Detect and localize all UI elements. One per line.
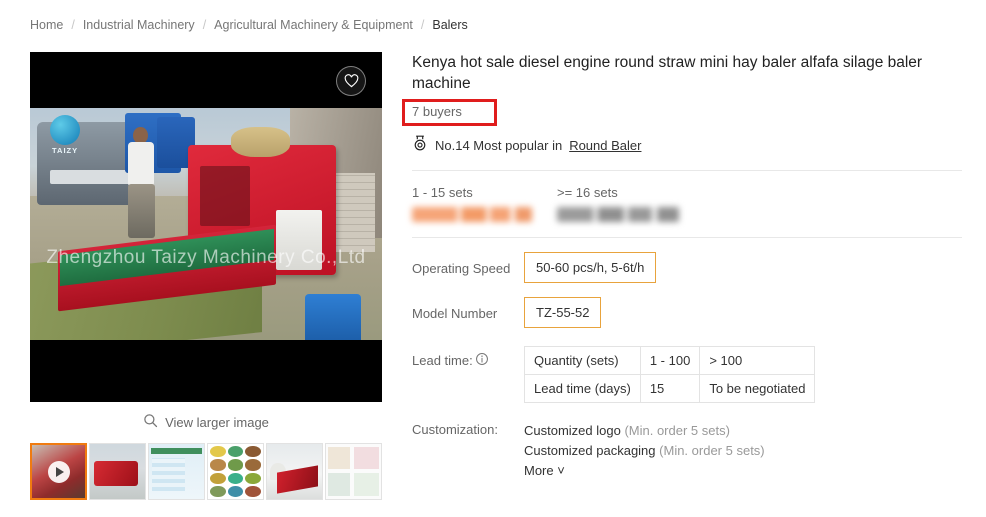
cell-quantity-header: Quantity (sets) (524, 346, 641, 375)
customization-option-note: (Min. order 5 sets) (659, 443, 765, 458)
attribute-label: Operating Speed (412, 261, 511, 276)
scene-hay-bale (230, 126, 291, 157)
thumbnail-6[interactable] (325, 443, 382, 500)
buyers-row: 7 buyers (402, 99, 962, 126)
video-watermark: Zhengzhou Taizy Machinery Co.,Ltd (46, 247, 366, 269)
letterbox-bottom (30, 340, 382, 402)
breadcrumb-item-industrial-machinery[interactable]: Industrial Machinery (83, 18, 195, 32)
price-tier-1-value-redacted (412, 207, 532, 222)
divider-top (412, 170, 962, 171)
price-tier-1-range: 1 - 15 sets (412, 185, 473, 200)
list-item: Customized packaging (Min. order 5 sets) (524, 441, 765, 461)
customization-option-name: Customized packaging (524, 443, 656, 458)
letterbox-top (30, 52, 382, 108)
medal-icon (412, 135, 428, 155)
buyers-count: 7 buyers (412, 104, 462, 119)
cell-quantity-tier1: 1 - 100 (639, 346, 701, 375)
thumbnail-2[interactable] (89, 443, 146, 500)
customization-options: Customized logo (Min. order 5 sets) Cust… (524, 421, 765, 481)
cell-leadtime-tier2: To be negotiated (699, 374, 816, 403)
price-tier-2: >= 16 sets (557, 185, 702, 222)
price-tier-1: 1 - 15 sets (412, 185, 557, 222)
price-tier-row: 1 - 15 sets >= 16 sets (412, 185, 962, 222)
breadcrumb-item-agricultural-machinery[interactable]: Agricultural Machinery & Equipment (214, 18, 413, 32)
taizy-logo-watermark: TAIZY (44, 114, 86, 157)
scene-worker (125, 126, 157, 238)
thumbnail-4[interactable] (207, 443, 264, 500)
table-row: Quantity (sets) 1 - 100 > 100 (524, 346, 816, 375)
table-row: Lead time (days) 15 To be negotiated (524, 374, 816, 403)
play-icon[interactable] (47, 460, 70, 483)
list-item: Customized logo (Min. order 5 sets) (524, 421, 765, 441)
customization-label: Customization: (412, 422, 498, 437)
thumbnail-video[interactable] (30, 443, 87, 500)
thumbnail-strip (30, 443, 382, 500)
attribute-value[interactable]: 50-60 pcs/h, 5-6t/h (524, 252, 657, 283)
product-gallery: TAIZY Zhengzhou Taizy Machinery Co.,Ltd … (30, 52, 382, 500)
rank-category-link[interactable]: Round Baler (569, 138, 641, 153)
heart-icon[interactable] (336, 66, 366, 96)
attribute-operating-speed: Operating Speed 50-60 pcs/h, 5-6t/h (412, 252, 962, 283)
breadcrumb-separator: / (71, 18, 75, 32)
attribute-label: Model Number (412, 306, 498, 321)
view-larger-image-label: View larger image (165, 414, 269, 430)
customization-more-button[interactable]: More ˅ (524, 461, 765, 481)
product-info-panel: Kenya hot sale diesel engine round straw… (402, 52, 962, 481)
breadcrumb: Home / Industrial Machinery / Agricultur… (30, 18, 468, 32)
magnifier-icon (143, 413, 158, 431)
cell-leadtime-header: Lead time (days) (524, 374, 641, 403)
divider-bottom (412, 237, 962, 238)
lead-time-section: Lead time: Quantity (sets) 1 - 100 > 100… (412, 346, 962, 403)
customization-option-name: Customized logo (524, 423, 621, 438)
cell-quantity-tier2: > 100 (699, 346, 816, 375)
lead-time-table: Quantity (sets) 1 - 100 > 100 Lead time … (524, 346, 816, 403)
popularity-rank: No.14 Most popular in Round Baler (412, 135, 962, 155)
lead-time-label-group: Lead time: (412, 346, 524, 369)
cell-leadtime-tier1: 15 (639, 374, 701, 403)
product-video[interactable]: TAIZY Zhengzhou Taizy Machinery Co.,Ltd (30, 108, 382, 340)
breadcrumb-separator: / (420, 18, 425, 32)
breadcrumb-item-home[interactable]: Home (30, 18, 63, 32)
breadcrumb-item-balers[interactable]: Balers (432, 18, 467, 32)
rank-prefix: No.14 Most popular in (435, 137, 563, 153)
view-larger-image-button[interactable]: View larger image (30, 413, 382, 431)
taizy-logo-text: TAIZY (52, 145, 79, 155)
page-title: Kenya hot sale diesel engine round straw… (412, 54, 923, 92)
attribute-value[interactable]: TZ-55-52 (524, 297, 602, 328)
thumbnail-3[interactable] (148, 443, 205, 500)
attribute-model-number: Model Number TZ-55-52 (412, 297, 962, 328)
price-tier-2-value-redacted (557, 207, 679, 222)
lead-time-label: Lead time: (412, 353, 473, 368)
price-tier-2-range: >= 16 sets (557, 185, 618, 200)
customization-section: Customization: Customized logo (Min. ord… (412, 421, 962, 481)
info-icon[interactable] (475, 352, 489, 369)
main-media-stage[interactable]: TAIZY Zhengzhou Taizy Machinery Co.,Ltd (30, 52, 382, 402)
customization-option-note: (Min. order 5 sets) (624, 423, 730, 438)
scene-motor (304, 293, 361, 340)
thumbnail-5[interactable] (266, 443, 323, 500)
breadcrumb-separator: / (202, 18, 207, 32)
product-detail-page: Home / Industrial Machinery / Agricultur… (0, 0, 986, 517)
